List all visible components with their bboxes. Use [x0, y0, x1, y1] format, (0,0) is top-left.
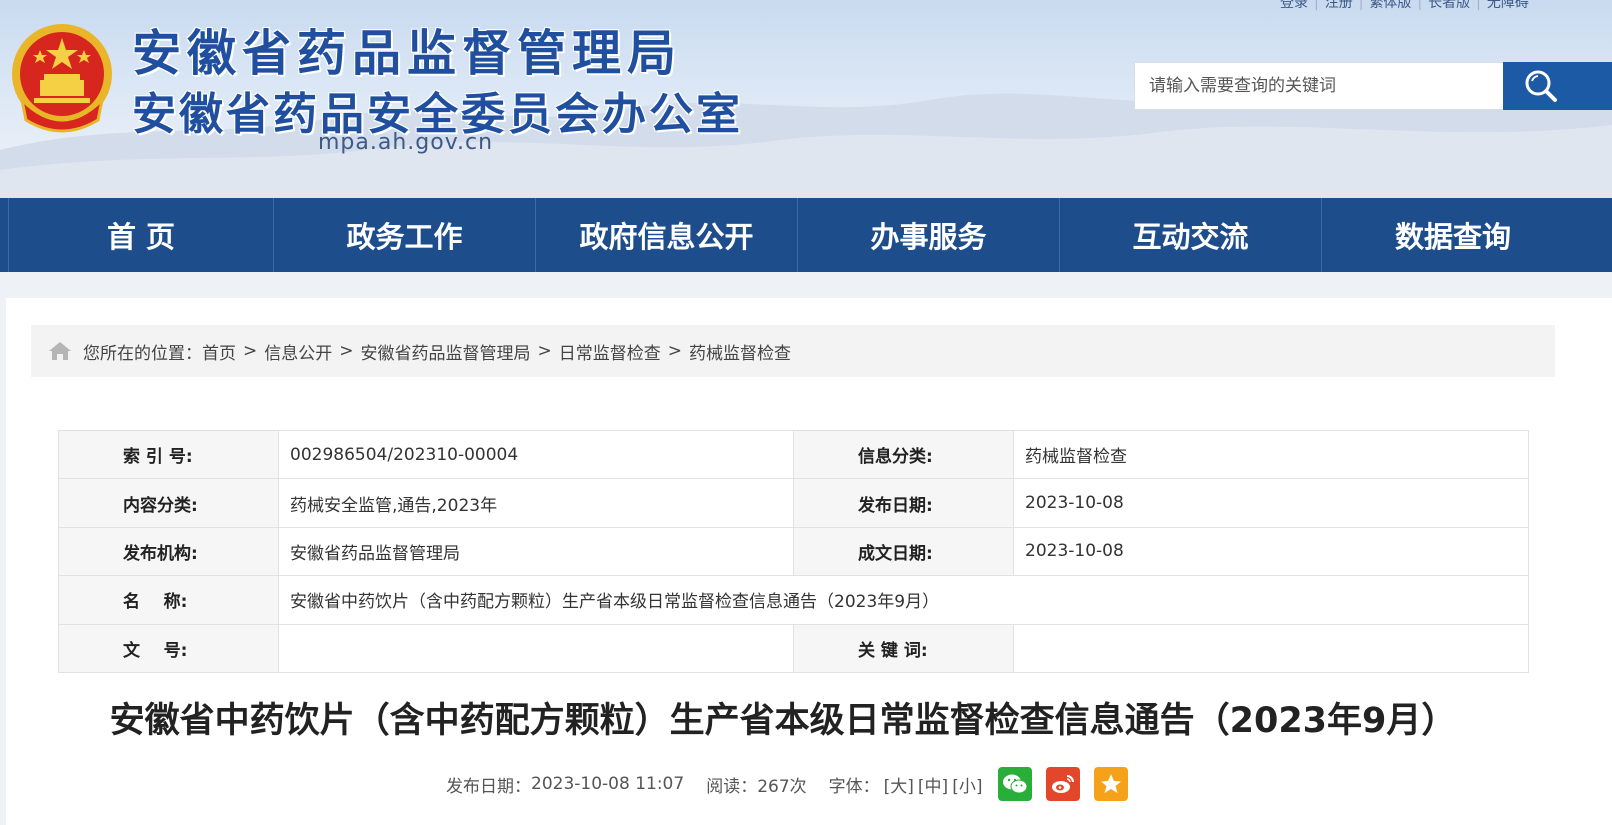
wechat-icon: [1003, 774, 1028, 794]
table-row: 名 称: 安徽省中药饮片（含中药配方颗粒）生产省本级日常监督检查信息通告（202…: [58, 575, 1529, 625]
publisher-value: 安徽省药品监督管理局: [278, 526, 794, 577]
publish-date-label: 发布日期:: [793, 478, 1014, 528]
view-count-value: 267次: [757, 776, 807, 797]
search-icon: [1525, 70, 1557, 102]
top-links: 登录 | 注册 | 繁体版 | 长者版 | 无障碍: [1280, 0, 1529, 12]
document-info-table: 索 引 号: 002986504/202310-00004 信息分类: 药械监督…: [58, 429, 1529, 673]
weibo-icon: [1052, 775, 1075, 793]
table-row: 内容分类: 药械安全监管,通告,2023年 发布日期: 2023-10-08: [58, 478, 1529, 528]
publish-date-label: 发布日期：: [446, 776, 531, 797]
breadcrumb-separator: >: [243, 341, 258, 361]
article-meta: 发布日期： 2023-10-08 11:07 阅读： 267次 字体： [大] …: [446, 766, 1129, 802]
search-box: [1134, 62, 1612, 110]
view-count-label: 阅读：: [706, 776, 758, 797]
index-number-label: 索 引 号:: [58, 429, 279, 480]
document-name-value: 安徽省中药饮片（含中药配方颗粒）生产省本级日常监督检查信息通告（2023年9月）: [278, 575, 1529, 625]
content-category-value: 药械安全监管,通告,2023年: [278, 478, 794, 528]
nav-item-services[interactable]: 办事服务: [798, 198, 1060, 272]
info-category-label: 信息分类:: [793, 429, 1014, 480]
site-header: 安徽省药品监督管理局 安徽省药品安全委员会办公室 mpa.ah.gov.cn 登…: [0, 0, 1612, 198]
publish-date-value: 2023-10-08 11:07: [531, 774, 685, 794]
share-wechat-button[interactable]: [998, 767, 1033, 801]
document-number-label: 文 号:: [58, 623, 279, 673]
breadcrumb: 您所在的位置： 首页 > 信息公开 > 安徽省药品监督管理局 > 日常监督检查 …: [31, 325, 1555, 377]
breadcrumb-item-daily-inspection[interactable]: 日常监督检查: [559, 339, 661, 364]
search-button[interactable]: [1503, 62, 1612, 110]
table-row: 发布机构: 安徽省药品监督管理局 成文日期: 2023-10-08: [58, 526, 1529, 577]
share-weibo-button[interactable]: [1046, 767, 1081, 801]
qzone-icon: [1101, 774, 1122, 793]
register-link[interactable]: 注册: [1325, 0, 1353, 11]
breadcrumb-item-device-inspection[interactable]: 药械监督检查: [689, 339, 791, 364]
info-category-value: 药械监督检查: [1013, 429, 1529, 480]
search-input[interactable]: [1134, 62, 1504, 110]
keywords-value: [1013, 623, 1529, 673]
breadcrumb-separator: >: [667, 341, 682, 361]
font-size-label: 字体：: [828, 776, 880, 797]
site-domain: mpa.ah.gov.cn: [318, 130, 494, 155]
document-number-value: [278, 623, 794, 673]
main-content: 您所在的位置： 首页 > 信息公开 > 安徽省药品监督管理局 > 日常监督检查 …: [6, 298, 1612, 825]
share-qzone-button[interactable]: [1094, 767, 1129, 801]
nav-item-interaction[interactable]: 互动交流: [1060, 198, 1322, 272]
breadcrumb-item-info-disclosure[interactable]: 信息公开: [264, 339, 332, 364]
login-link[interactable]: 登录: [1280, 0, 1308, 11]
elderly-version-link[interactable]: 长者版: [1428, 0, 1470, 11]
font-size-large-button[interactable]: [大]: [884, 772, 914, 797]
breadcrumb-separator: >: [339, 341, 354, 361]
main-nav: 首 页 政务工作 政府信息公开 办事服务 互动交流 数据查询: [0, 198, 1612, 272]
index-number-value: 002986504/202310-00004: [278, 429, 794, 480]
publisher-label: 发布机构:: [58, 526, 279, 577]
home-icon: [49, 342, 71, 360]
article-title: 安徽省中药饮片（含中药配方颗粒）生产省本级日常监督检查信息通告（2023年9月）: [109, 701, 1457, 741]
table-row: 索 引 号: 002986504/202310-00004 信息分类: 药械监督…: [58, 429, 1529, 480]
nav-item-info-disclosure[interactable]: 政府信息公开: [536, 198, 798, 272]
breadcrumb-item-home[interactable]: 首页: [202, 339, 236, 364]
accessibility-link[interactable]: 无障碍: [1487, 0, 1529, 11]
nav-item-government-affairs[interactable]: 政务工作: [274, 198, 536, 272]
content-category-label: 内容分类:: [58, 478, 279, 528]
written-date-value: 2023-10-08: [1013, 526, 1529, 577]
document-name-label: 名 称:: [58, 575, 279, 625]
breadcrumb-item-bureau[interactable]: 安徽省药品监督管理局: [361, 339, 531, 364]
traditional-chinese-link[interactable]: 繁体版: [1369, 0, 1411, 11]
breadcrumb-prefix: 您所在的位置：: [83, 343, 202, 364]
keywords-label: 关 键 词:: [793, 623, 1014, 673]
publish-date-value: 2023-10-08: [1013, 478, 1529, 528]
font-size-medium-button[interactable]: [中]: [918, 772, 948, 797]
table-row: 文 号: 关 键 词:: [58, 623, 1529, 673]
nav-item-home[interactable]: 首 页: [8, 198, 274, 272]
nav-item-data-query[interactable]: 数据查询: [1322, 198, 1584, 272]
site-title-primary: 安徽省药品监督管理局: [132, 24, 683, 82]
written-date-label: 成文日期:: [793, 526, 1014, 577]
breadcrumb-separator: >: [537, 341, 552, 361]
national-emblem-icon: [12, 24, 112, 133]
font-size-small-button[interactable]: [小]: [952, 772, 982, 797]
